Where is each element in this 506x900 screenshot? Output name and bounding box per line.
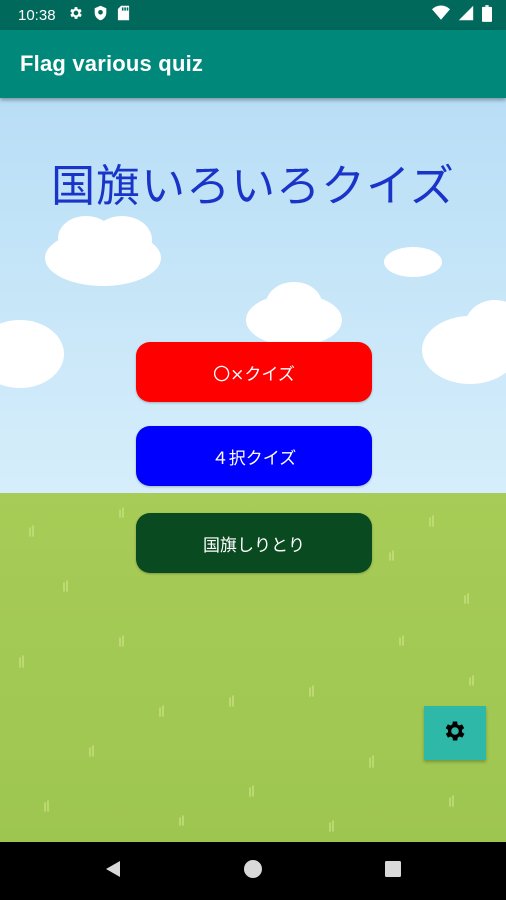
flag-shiritori-button[interactable]: 国旗しりとり [136,513,372,573]
battery-icon [482,4,492,26]
gear-icon [68,5,84,25]
app-bar: Flag various quiz [0,30,506,98]
maru-batsu-quiz-button[interactable]: 〇×クイズ [136,342,372,402]
status-bar: 10:38 [0,0,506,30]
home-icon [243,859,263,883]
settings-button[interactable] [424,706,486,760]
recents-icon [384,860,402,882]
shield-icon [93,5,108,25]
four-choice-quiz-button[interactable]: ４択クイズ [136,426,372,486]
app-title: Flag various quiz [20,51,204,76]
gear-icon [442,718,468,748]
home-button[interactable] [223,842,283,900]
signal-icon [458,5,474,25]
main-content: 国旗いろいろクイズ 〇×クイズ ４択クイズ 国旗しりとり [0,98,506,842]
sd-card-icon [117,5,130,25]
wifi-icon [432,5,450,25]
back-button[interactable] [83,842,143,900]
back-icon [103,859,123,883]
recents-button[interactable] [363,842,423,900]
status-time: 10:38 [18,6,56,24]
navigation-bar [0,842,506,900]
page-title: 国旗いろいろクイズ [51,161,455,212]
